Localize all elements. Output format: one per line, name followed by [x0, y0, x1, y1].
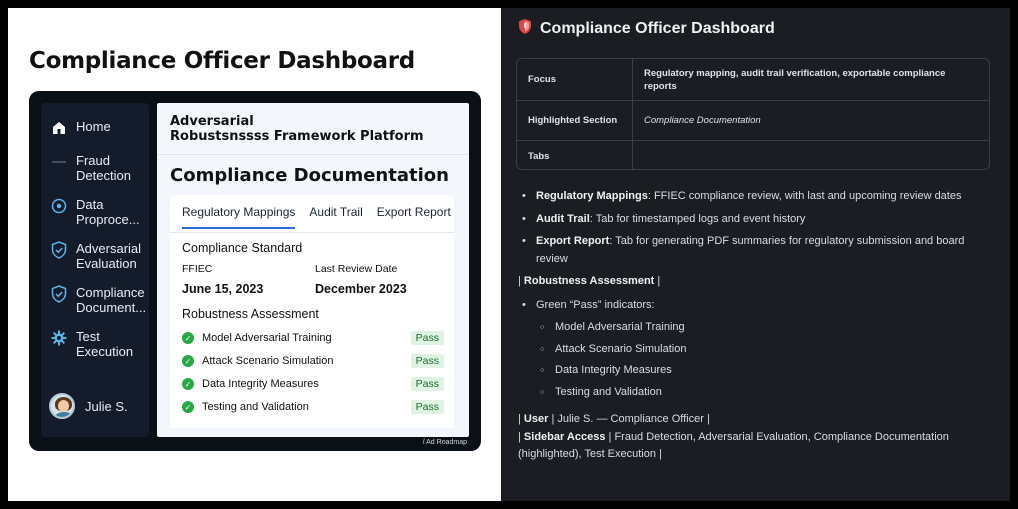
sidebar-item-data-preprocessing[interactable]: Data Proproce... [50, 197, 152, 227]
sidebar: Home Fraud Detection Data Proproce... Ad… [41, 103, 149, 437]
check-row: ✓ Attack Scenario Simulation Pass [182, 354, 444, 368]
section-title: Compliance Documentation [170, 165, 449, 186]
user-label: User [523, 413, 549, 425]
bullet-term: Audit Trail [536, 212, 590, 225]
sidebar-item-label: Test Execution [76, 329, 134, 359]
gear-icon [50, 329, 68, 347]
bullet-text: : FFIEC compliance review, with last and… [647, 190, 962, 202]
check-name: Model Adversarial Training [202, 332, 332, 344]
check-icon: ✓ [182, 401, 194, 413]
app-window: Home Fraud Detection Data Proproce... Ad… [29, 91, 481, 451]
list-item: Audit Trail: Tab for timestamped logs an… [518, 211, 988, 229]
robustness-header: | Robustness Assessment | [518, 275, 661, 287]
table-row: Focus Regulatory mapping, audit trail ve… [517, 59, 989, 101]
check-name: Attack Scenario Simulation [202, 355, 334, 367]
table-key: Tabs [517, 141, 633, 169]
avatar [49, 393, 75, 419]
compliance-standard-label: Compliance Standard [182, 241, 303, 255]
robustness-title: Robustness Assessment [182, 307, 319, 321]
platform-name: Adversarial Robustsnssss Framework Platf… [170, 114, 424, 144]
sidebar-item-label: Fraud Detection [76, 153, 131, 183]
bullet-term: Export Report [536, 235, 610, 247]
tab-regulatory-mappings[interactable]: Regulatory Mappings [182, 205, 296, 229]
table-key: Highlighted Section [517, 101, 633, 140]
sidebar-item-adversarial-evaluation[interactable]: Adversarial Evaluation [50, 241, 152, 271]
table-value [633, 141, 989, 169]
standard-name: FFIEC [182, 263, 213, 275]
table-row: Highlighted Section Compliance Documenta… [517, 101, 989, 141]
status-badge: Pass [410, 377, 444, 391]
last-review-label: Last Review Date [315, 263, 398, 275]
description-title: Compliance Officer Dashboard [540, 20, 775, 37]
user-value: Julie S. — Compliance Officer [557, 413, 704, 425]
sidebar-item-label: Home [76, 119, 111, 134]
table-row: Tabs [517, 141, 989, 169]
table-key: Focus [517, 59, 633, 100]
standard-date: June 15, 2023 [182, 282, 264, 296]
compliance-card: Regulatory Mappings Audit Trail Export R… [170, 195, 454, 428]
check-row: ✓ Testing and Validation Pass [182, 400, 444, 414]
check-row: ✓ Model Adversarial Training Pass [182, 331, 444, 345]
tab-bar: Regulatory Mappings Audit Trail Export R… [182, 205, 451, 229]
home-icon [50, 119, 68, 137]
robustness-header-text: Robustness Assessment [523, 275, 655, 287]
sub-list-item: Model Adversarial Training [518, 319, 988, 337]
sub-list-item: Attack Scenario Simulation [518, 341, 988, 359]
dash-icon [50, 153, 68, 171]
sidebar-item-home[interactable]: Home [50, 119, 152, 137]
shield-icon [518, 18, 532, 40]
status-badge: Pass [410, 331, 444, 345]
description-panel: Compliance Officer Dashboard Focus Regul… [501, 8, 1010, 501]
sidebar-item-fraud-detection[interactable]: Fraud Detection [50, 153, 152, 183]
last-review-date: December 2023 [315, 282, 407, 296]
footer-note: / Ad Roadmap [422, 439, 467, 446]
list-item: Regulatory Mappings: FFIEC compliance re… [518, 188, 988, 206]
check-name: Data Integrity Measures [202, 378, 319, 390]
list-item: Green “Pass” indicators: [518, 297, 988, 315]
tab-export-report[interactable]: Export Report [377, 205, 451, 229]
sub-list-item: Data Integrity Measures [518, 362, 988, 380]
tab-audit-trail[interactable]: Audit Trail [309, 205, 362, 229]
tab-divider [170, 232, 454, 233]
user-name: Julie S. [85, 398, 128, 414]
description-header: Compliance Officer Dashboard [518, 18, 775, 40]
sidebar-item-compliance-documentation[interactable]: Compliance Document... [50, 285, 152, 315]
summary-table: Focus Regulatory mapping, audit trail ve… [516, 58, 990, 170]
user-line: | User | Julie S. — Compliance Officer | [518, 413, 710, 425]
sidebar-item-label: Adversarial Evaluation [76, 241, 142, 271]
target-icon [50, 197, 68, 215]
dashboard-mockup-panel: Compliance Officer Dashboard Home Fraud … [8, 8, 501, 501]
check-icon: ✓ [182, 378, 194, 390]
sidebar-access-line: | Sidebar Access | Fraud Detection, Adve… [518, 430, 949, 461]
main-content: Adversarial Robustsnssss Framework Platf… [157, 103, 469, 437]
user-profile[interactable]: Julie S. [49, 393, 128, 419]
indicator-intro: Green “Pass” indicators: [536, 298, 655, 311]
status-badge: Pass [410, 354, 444, 368]
list-item: Export Report: Tab for generating PDF su… [518, 233, 988, 268]
check-name: Testing and Validation [202, 401, 309, 413]
sidebar-access-label: Sidebar Access [523, 430, 606, 443]
sub-list-item: Testing and Validation [518, 384, 988, 402]
table-value: Regulatory mapping, audit trail verifica… [644, 67, 946, 92]
table-value: Compliance Documentation [644, 115, 761, 126]
bullet-term: Regulatory Mappings [536, 190, 648, 202]
check-row: ✓ Data Integrity Measures Pass [182, 377, 444, 391]
sidebar-item-label: Compliance Document... [76, 285, 147, 315]
status-badge: Pass [410, 400, 444, 414]
shield-check-icon [50, 241, 68, 259]
standard-column: FFIEC June 15, 2023 [182, 263, 263, 296]
check-icon: ✓ [182, 355, 194, 367]
check-icon: ✓ [182, 332, 194, 344]
last-review-column: Last Review Date December 2023 [315, 263, 407, 296]
description-body: Regulatory Mappings: FFIEC compliance re… [518, 188, 988, 464]
bullet-text: : Tab for timestamped logs and event his… [589, 212, 806, 225]
page-title: Compliance Officer Dashboard [29, 48, 415, 74]
sidebar-item-test-execution[interactable]: Test Execution [50, 329, 152, 359]
shield-check-icon [50, 285, 68, 303]
divider [157, 154, 469, 155]
sidebar-item-label: Data Proproce... [76, 197, 140, 227]
